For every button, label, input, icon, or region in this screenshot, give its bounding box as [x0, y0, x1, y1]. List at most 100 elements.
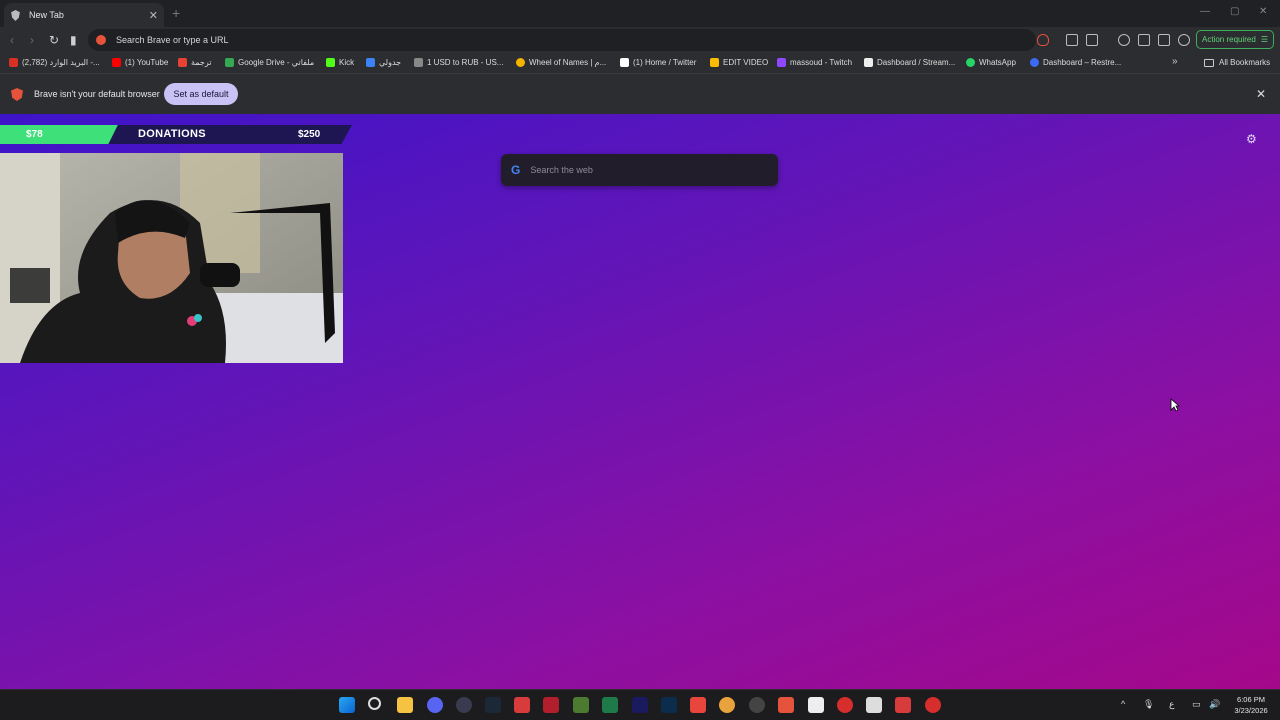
twitch-icon	[777, 58, 786, 67]
donation-bar-fill	[0, 125, 118, 144]
menu-icon: ☰	[1260, 35, 1268, 44]
brave-icon[interactable]	[778, 697, 794, 713]
youtube-icon	[112, 58, 121, 67]
new-tab-plus-icon[interactable]: +	[172, 5, 180, 21]
app-icon[interactable]	[925, 697, 941, 713]
translate-icon	[178, 58, 187, 67]
app-icon[interactable]	[573, 697, 589, 713]
file-explorer-icon[interactable]	[397, 697, 413, 713]
maximize-icon[interactable]: ▢	[1230, 6, 1239, 17]
all-bookmarks-button[interactable]: All Bookmarks	[1204, 58, 1270, 67]
site-info-icon[interactable]	[96, 35, 106, 45]
bookmark-item[interactable]: Google Drive - ملفاتي	[225, 58, 314, 67]
currency-icon	[414, 58, 423, 67]
infobar-message: Brave isn't your default browser	[34, 89, 160, 99]
bookmark-item[interactable]: جدولي	[366, 58, 401, 67]
wheel-icon	[516, 58, 525, 67]
forward-icon[interactable]: ›	[30, 33, 34, 47]
webcam-image	[0, 153, 343, 363]
steam-icon[interactable]	[485, 697, 501, 713]
vpn-icon[interactable]	[1178, 34, 1190, 46]
bookmark-item[interactable]: Kick	[326, 58, 354, 67]
address-placeholder: Search Brave or type a URL	[116, 35, 229, 45]
bookmarks-bar: (2,782) البريد الوارد -... (1) YouTube ت…	[0, 53, 1280, 73]
title-bar: New Tab ✕ + — ▢ ✕	[0, 0, 1280, 27]
sidebar-icon[interactable]	[1138, 34, 1150, 46]
donation-goal-amount: $250	[298, 129, 321, 140]
bookmark-item[interactable]: (1) YouTube	[112, 58, 168, 67]
taskbar: ^ 🎙 ع ▭ 🔊 6:06 PM 3/23/2026	[0, 689, 1280, 720]
volume-icon[interactable]: 🔊	[1209, 699, 1220, 710]
customize-gear-icon[interactable]: ⚙	[1246, 132, 1257, 146]
tab-new-tab[interactable]: New Tab ✕	[4, 3, 164, 27]
dashboard-icon	[864, 58, 873, 67]
extensions-icon[interactable]	[1066, 34, 1078, 46]
microphone-icon[interactable]: 🎙	[1143, 699, 1154, 710]
set-default-button[interactable]: Set as default	[164, 83, 238, 105]
tab-close-icon[interactable]: ✕	[149, 9, 158, 22]
clock-date: 3/23/2026	[1234, 706, 1268, 715]
bookmark-item[interactable]: Dashboard / Stream...	[864, 58, 955, 67]
screenshot-icon[interactable]	[1086, 34, 1098, 46]
app-icon[interactable]	[543, 697, 559, 713]
search-input[interactable]	[530, 165, 751, 175]
wallet-icon[interactable]	[1158, 34, 1170, 46]
search-icon[interactable]	[368, 697, 381, 710]
bookmark-item[interactable]: massoud - Twitch	[777, 58, 852, 67]
bookmark-item[interactable]: Dashboard – Restre...	[1030, 58, 1121, 67]
bookmark-item[interactable]: 1 USD to RUB - US...	[414, 58, 503, 67]
back-icon[interactable]: ‹	[10, 33, 14, 47]
action-required-label: Action required	[1202, 35, 1256, 44]
language-indicator[interactable]: ع	[1169, 699, 1174, 710]
bookmark-item[interactable]: EDIT VIDEO	[710, 58, 768, 67]
webcam-feed	[0, 153, 343, 363]
action-required-button[interactable]: Action required ☰	[1196, 30, 1274, 49]
media-player-icon[interactable]	[456, 697, 472, 713]
bookmark-item[interactable]: (2,782) البريد الوارد -...	[9, 58, 100, 67]
schedule-icon	[366, 58, 375, 67]
app-icon[interactable]	[866, 697, 882, 713]
network-icon[interactable]: ▭	[1192, 699, 1201, 710]
default-browser-infobar: Brave isn't your default browser Set as …	[0, 73, 1280, 114]
app-icon[interactable]	[690, 697, 706, 713]
photoshop-icon[interactable]	[661, 697, 677, 713]
bookmark-icon[interactable]: ▮	[70, 33, 77, 47]
donation-title: DONATIONS	[138, 128, 206, 140]
toolbar: ‹ › ↻ ▮ Search Brave or type a URL Actio…	[0, 27, 1280, 53]
media-icon[interactable]	[1118, 34, 1130, 46]
bookmark-item[interactable]: Wheel of Names | م...	[516, 58, 606, 67]
app-icon[interactable]	[895, 697, 911, 713]
donation-current-amount: $78	[26, 129, 43, 140]
chrome-icon[interactable]	[719, 697, 735, 713]
app-icon[interactable]	[808, 697, 824, 713]
address-bar[interactable]: Search Brave or type a URL	[88, 29, 1036, 51]
bookmark-item[interactable]: (1) Home / Twitter	[620, 58, 696, 67]
x-twitter-icon	[620, 58, 629, 67]
app-icon[interactable]	[514, 697, 530, 713]
premiere-icon[interactable]	[632, 697, 648, 713]
window-close-icon[interactable]: ✕	[1259, 6, 1267, 17]
edit-video-icon	[710, 58, 719, 67]
minimize-icon[interactable]: —	[1200, 6, 1210, 17]
obs-icon[interactable]	[749, 697, 765, 713]
search-box[interactable]: G	[501, 154, 778, 186]
brave-shields-icon[interactable]	[1037, 34, 1049, 46]
infobar-close-icon[interactable]: ✕	[1256, 87, 1266, 101]
reload-icon[interactable]: ↻	[49, 33, 59, 47]
bookmark-item[interactable]: ترجمة	[178, 58, 212, 67]
all-bookmarks-label: All Bookmarks	[1219, 58, 1271, 67]
start-icon[interactable]	[339, 697, 355, 713]
whatsapp-icon	[966, 58, 975, 67]
more-bookmarks-icon[interactable]: »	[1172, 56, 1178, 67]
tab-title: New Tab	[29, 10, 64, 20]
brave-tab-icon	[11, 9, 20, 21]
discord-icon[interactable]	[427, 697, 443, 713]
restream-icon	[1030, 58, 1039, 67]
app-icon[interactable]	[837, 697, 853, 713]
clock[interactable]: 6:06 PM 3/23/2026	[1230, 694, 1272, 716]
app-icon[interactable]	[602, 697, 618, 713]
tray-chevron-icon[interactable]: ^	[1121, 699, 1125, 709]
bookmark-item[interactable]: WhatsApp	[966, 58, 1016, 67]
new-tab-page: ⚙ G $78 DONATIONS $250	[0, 114, 1280, 689]
brave-logo-icon	[11, 88, 23, 101]
